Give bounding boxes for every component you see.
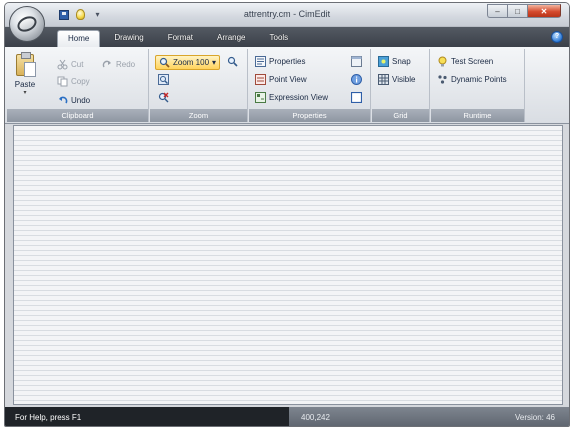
zoom-fit-button[interactable] [158,74,169,85]
window-controls: – □ ✕ [487,4,561,18]
runtime-group: Test Screen Dynamic Points Runtime [431,49,525,122]
clipboard-group: Paste ▾ Cut Redo Copy Undo Clipboard [7,49,149,122]
zoom-dropdown-icon[interactable]: ▾ [212,58,216,67]
scissors-icon [57,59,68,70]
application-menu-button[interactable] [9,6,45,42]
zoom-in-icon [227,56,238,67]
grid-group: Snap Visible Grid [372,49,430,122]
info-button[interactable] [351,74,362,85]
title-bar: ▾ attrentry.cm - CimEdit – □ ✕ [5,3,569,27]
properties-group-label: Properties [249,109,370,122]
zoom-group-label: Zoom [150,109,247,122]
dynamic-points-label: Dynamic Points [451,75,507,84]
paste-label: Paste [14,80,36,89]
undo-icon [59,96,68,104]
point-view-button[interactable]: Point View [255,74,307,85]
redo-icon [102,60,111,68]
expression-view-icon [255,92,266,103]
ribbon: Paste ▾ Cut Redo Copy Undo Clipboard Zoo… [5,47,569,124]
zoom-combo[interactable]: Zoom 100 ▾ [155,55,221,70]
grid-visible-button[interactable]: Visible [378,74,415,85]
status-bar: For Help, press F1 400,242 Version: 46 [5,407,569,426]
ribbon-tab-strip: Home Drawing Format Arrange Tools ? [5,27,569,47]
snap-icon [378,56,389,67]
status-version: Version: 46 [459,407,569,426]
redo-label: Redo [116,60,136,69]
properties-label: Properties [269,57,306,66]
tab-arrange[interactable]: Arrange [207,30,255,47]
info-icon [351,74,362,85]
paste-dropdown-icon[interactable]: ▾ [23,89,26,96]
tab-drawing[interactable]: Drawing [104,30,153,47]
expression-view-label: Expression View [269,93,328,102]
app-logo-icon [14,13,40,35]
magnifier-icon [159,57,170,68]
redo-button[interactable]: Redo [102,59,135,70]
clipboard-icon [16,52,36,77]
drawing-canvas[interactable] [13,125,563,405]
test-screen-label: Test Screen [451,57,494,66]
properties-icon [255,56,266,67]
zoom-in-button[interactable] [227,56,238,67]
undo-label: Undo [71,96,91,105]
properties-button[interactable]: Properties [255,56,305,67]
grid-icon [378,74,389,85]
dynamic-points-icon [438,75,447,84]
expression-view-button[interactable]: Expression View [255,92,328,103]
tab-format[interactable]: Format [158,30,203,47]
close-button[interactable]: ✕ [527,4,561,18]
snap-label: Snap [392,57,411,66]
point-view-icon [255,74,266,85]
runtime-group-label: Runtime [431,109,524,122]
undo-button[interactable]: Undo [57,95,90,106]
dynamic-points-button[interactable]: Dynamic Points [437,74,507,85]
maximize-button[interactable]: □ [507,4,527,18]
cut-button[interactable]: Cut [57,59,83,70]
help-icon[interactable]: ? [551,31,563,43]
tab-tools[interactable]: Tools [260,30,299,47]
properties-group: Properties Point View Expression View Pr… [249,49,371,122]
zoom-cancel-icon [158,92,169,103]
clipboard-group-label: Clipboard [7,109,148,122]
zoom-value: Zoom 100 [173,58,210,67]
paste-button[interactable]: Paste ▾ [11,52,39,102]
test-screen-button[interactable]: Test Screen [437,56,493,67]
snap-button[interactable]: Snap [378,56,411,67]
panel-icon [351,92,362,103]
window-title: attrentry.cm - CimEdit [243,9,331,19]
lightbulb-icon [438,56,447,67]
zoom-group: Zoom 100 ▾ Zoom [150,49,248,122]
app-window: ▾ attrentry.cm - CimEdit – □ ✕ Home Draw… [4,2,570,427]
point-view-label: Point View [269,75,307,84]
copy-icon [57,76,68,87]
copy-label: Copy [71,77,90,86]
grid-group-label: Grid [372,109,429,122]
status-coordinates: 400,242 [289,407,459,426]
copy-button[interactable]: Copy [57,76,90,87]
status-help-text: For Help, press F1 [5,407,289,426]
minimize-button[interactable]: – [487,4,507,18]
cut-label: Cut [71,60,84,69]
window-icon [351,56,362,67]
zoom-reset-button[interactable] [158,92,169,103]
object-browser-button[interactable] [351,56,362,67]
zoom-window-icon [158,74,169,85]
panel-button[interactable] [351,92,362,103]
visible-label: Visible [392,75,416,84]
tab-home[interactable]: Home [57,30,101,47]
